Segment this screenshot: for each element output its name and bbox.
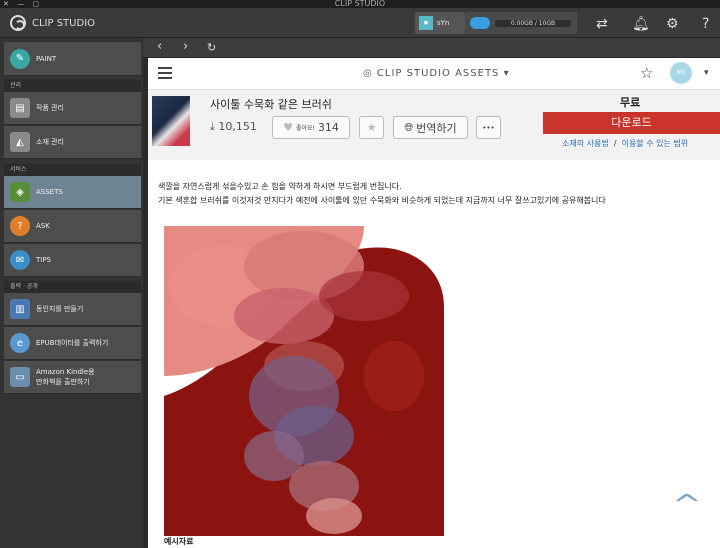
reload-button[interactable]: ↻ <box>207 41 216 54</box>
sidebar-item-label: 동인지를 만들기 <box>36 305 84 313</box>
sidebar-section-output: 출력 · 공개 <box>4 281 141 293</box>
asset-price: 무료 <box>620 96 641 109</box>
cloud-storage-bar: 0.00GB / 10GB <box>495 20 571 27</box>
window-title: CLIP STUDIO <box>334 0 386 8</box>
favorite-star-icon[interactable]: ☆ <box>640 64 653 82</box>
sidebar-item-material-manage[interactable]: ◭ 소재 관리 <box>4 126 141 159</box>
user-avatar-placeholder[interactable]: NO IMAGE <box>670 62 692 98</box>
download-button[interactable]: 다운로드 <box>543 112 720 134</box>
sidebar-item-label: ASK <box>36 222 50 230</box>
ask-icon: ? <box>10 216 30 236</box>
sidebar: ✎ PAINT 관리 ▤ 작품 관리 ◭ 소재 관리 서비스 ◈ ASSETS … <box>0 38 143 548</box>
sidebar-item-paint[interactable]: ✎ PAINT <box>4 42 141 76</box>
window-titlebar: ✕ — ▢ CLIP STUDIO <box>0 0 720 8</box>
browser-navbar: ‹ › ↻ <box>143 38 720 57</box>
asset-description: 색깔을 자연스럽게 섞을수있고 손 힘을 약하게 하시면 부드럽게 번집니다. … <box>158 180 606 208</box>
cloud-storage[interactable]: 0.00GB / 10GB <box>465 12 577 34</box>
clip-studio-logo[interactable]: CLIP STUDIO <box>10 15 95 31</box>
like-button[interactable]: ♥ 좋아요! 314 <box>272 116 350 139</box>
assets-page: ◎ CLIP STUDIO ASSETS ▾ ☆ NO IMAGE ▾ 사이툴 … <box>148 58 720 548</box>
asset-info-bar: 사이툴 수묵화 같은 브러쉬 ⤓ 10,151 ♥ 좋아요! 314 ★ 🌐︎ … <box>148 90 720 160</box>
sync-icon[interactable]: ⇄ <box>596 16 608 32</box>
heart-icon: ♥ <box>283 121 293 134</box>
sidebar-item-label: TIPS <box>36 256 52 264</box>
user-name: sYn <box>437 19 450 27</box>
sidebar-item-label: Amazon Kindle용 만화책을 출판하기 <box>36 368 95 386</box>
app-topbar: CLIP STUDIO ◼ sYn 0.00GB / 10GB ⇄ 🔔︎ ⚙ ? <box>0 8 720 38</box>
forward-button[interactable]: › <box>183 39 188 54</box>
translate-label: 번역하기 <box>416 121 457 135</box>
download-icon: ⤓ <box>210 120 215 133</box>
sidebar-item-ask[interactable]: ? ASK <box>4 210 141 243</box>
window-controls[interactable]: ✕ — ▢ <box>3 0 42 8</box>
sidebar-item-label: 소재 관리 <box>36 138 64 146</box>
sample-artwork-image <box>164 226 444 536</box>
description-line: 기본 색혼합 브러쉬를 이것저것 만지다가 예전에 사이툴에 있던 수묵화와 비… <box>158 196 606 205</box>
sidebar-item-doujinshi[interactable]: ▥ 동인지를 만들기 <box>4 293 141 326</box>
sidebar-item-label: EPUB데이터를 출력하기 <box>36 339 109 347</box>
asset-thumbnail[interactable] <box>152 96 190 146</box>
back-button[interactable]: ‹ <box>157 39 162 54</box>
kindle-icon: ▭ <box>10 367 30 387</box>
description-line: 색깔을 자연스럽게 섞을수있고 손 힘을 약하게 하시면 부드럽게 번집니다. <box>158 182 402 191</box>
globe-icon: 🌐︎ <box>404 120 414 134</box>
assets-brand[interactable]: ◎ CLIP STUDIO ASSETS ▾ <box>363 68 510 79</box>
asset-links: 소재의 사용법 / 이용할 수 있는 범위 <box>562 139 689 148</box>
sidebar-item-tips[interactable]: ✉ TIPS <box>4 244 141 277</box>
artwork-caption: 예시자료 <box>164 537 194 546</box>
bookmark-star-button[interactable]: ★ <box>359 116 384 139</box>
epub-icon: e <box>10 333 30 353</box>
usage-link[interactable]: 소재의 사용법 <box>562 139 609 148</box>
more-button[interactable]: ••• <box>476 116 501 139</box>
artwork-manage-icon: ▤ <box>10 98 30 118</box>
sidebar-item-label: 작품 관리 <box>36 104 64 112</box>
sidebar-item-label: PAINT <box>36 54 57 63</box>
translate-button[interactable]: 🌐︎ 번역하기 <box>393 116 468 139</box>
sidebar-item-label: ASSETS <box>36 188 63 196</box>
sidebar-item-artwork-manage[interactable]: ▤ 작품 관리 <box>4 92 141 125</box>
scope-link[interactable]: 이용할 수 있는 범위 <box>622 139 689 148</box>
help-icon[interactable]: ? <box>702 16 709 32</box>
doujinshi-icon: ▥ <box>10 299 30 319</box>
sidebar-item-epub[interactable]: e EPUB데이터를 출력하기 <box>4 327 141 360</box>
sidebar-item-kindle[interactable]: ▭ Amazon Kindle용 만화책을 출판하기 <box>4 361 141 394</box>
tips-icon: ✉ <box>10 250 30 270</box>
asset-title: 사이툴 수묵화 같은 브러쉬 <box>210 98 332 111</box>
sidebar-section-manage: 관리 <box>4 80 141 92</box>
logo-label: CLIP STUDIO <box>32 17 96 29</box>
cloud-icon <box>470 17 490 29</box>
download-count: ⤓ 10,151 <box>210 120 257 133</box>
star-icon: ★ <box>366 121 377 134</box>
like-label: 좋아요! <box>295 125 315 132</box>
assets-icon: ◈ <box>10 182 30 202</box>
user-account[interactable]: ◼ sYn <box>415 12 465 34</box>
chevron-down-icon[interactable]: ▾ <box>704 68 709 78</box>
clip-studio-logo-icon <box>10 15 26 31</box>
material-manage-icon: ◭ <box>10 132 30 152</box>
scroll-to-top-icon[interactable]: ^ <box>672 490 703 520</box>
notification-bell-icon[interactable]: 🔔︎ <box>632 16 650 32</box>
menu-icon[interactable] <box>158 67 172 79</box>
assets-header: ◎ CLIP STUDIO ASSETS ▾ ☆ NO IMAGE ▾ <box>148 58 720 98</box>
sidebar-section-service: 서비스 <box>4 164 141 176</box>
sidebar-item-assets[interactable]: ◈ ASSETS <box>4 176 141 209</box>
like-count: 314 <box>317 121 339 134</box>
paint-icon: ✎ <box>10 48 30 69</box>
user-avatar: ◼ <box>419 16 433 30</box>
settings-gear-icon[interactable]: ⚙ <box>666 16 679 32</box>
